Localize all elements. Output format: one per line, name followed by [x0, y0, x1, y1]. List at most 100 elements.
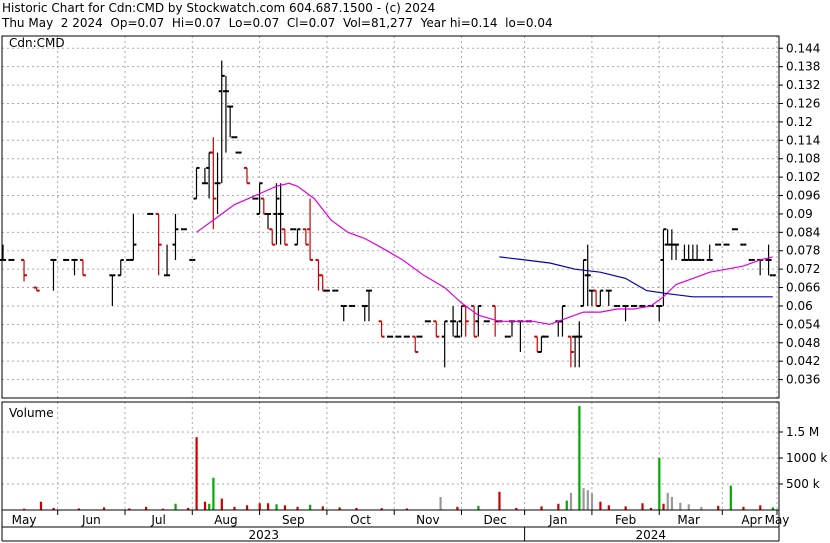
ohlc-bar	[605, 289, 612, 306]
volume-bar	[220, 498, 223, 510]
ohlc-bar	[361, 304, 368, 322]
ohlc-bar	[243, 166, 250, 185]
price-tick-label: 0.09	[786, 207, 813, 221]
ohlc-bar	[201, 167, 208, 185]
ohlc-bar	[576, 321, 583, 368]
ohlc-bar	[109, 274, 116, 306]
volume-tick-label: 1000 k	[786, 451, 827, 465]
ohlc-bar	[378, 320, 385, 338]
volume-bar	[729, 485, 732, 510]
volume-bar	[662, 503, 665, 510]
volume-bar	[275, 504, 278, 510]
ohlc-bar	[584, 244, 591, 306]
ohlc-bar	[538, 335, 545, 353]
ohlc-bar	[567, 335, 574, 368]
month-label: Apr	[741, 513, 762, 527]
price-tick-label: 0.144	[786, 41, 820, 55]
month-label: May	[12, 513, 37, 527]
ma-short-line	[196, 182, 773, 326]
volume-bar	[679, 502, 682, 510]
ohlc-bar	[412, 335, 419, 353]
volume-bar	[569, 492, 573, 510]
ohlc-bar	[441, 320, 448, 368]
volume-bar	[174, 503, 177, 510]
ohlc-bar	[757, 258, 764, 276]
ohlc-bar	[294, 228, 301, 246]
volume-tick-label: 1.5 M	[786, 425, 819, 439]
ohlc-bar	[340, 304, 347, 322]
volume-bar	[203, 501, 207, 510]
volume-bar	[565, 500, 568, 510]
volume-bar	[439, 497, 442, 510]
volume-bar	[658, 458, 661, 510]
volume-bar	[599, 501, 602, 510]
month-label: Dec	[484, 513, 507, 527]
ohlc-bar	[172, 213, 179, 260]
price-tick-label: 0.042	[786, 354, 820, 368]
ohlc-bar	[765, 244, 772, 276]
ohlc-bar	[593, 289, 600, 307]
volume-bar	[641, 503, 644, 510]
ohlc-bar	[260, 197, 267, 215]
ohlc-bar	[597, 289, 604, 307]
volume-bar	[759, 505, 762, 510]
price-grid	[2, 36, 779, 398]
ohlc-bar	[265, 212, 272, 230]
month-label: Jan	[548, 513, 568, 527]
month-label: May	[765, 513, 790, 527]
volume-bar	[540, 506, 543, 510]
ohlc-bar	[580, 258, 587, 307]
volume-bar	[670, 497, 674, 510]
volume-bar	[666, 492, 669, 510]
volume-bar	[309, 504, 312, 510]
month-label: Jul	[150, 513, 165, 527]
volume-bar	[586, 490, 589, 510]
volume-tick-label: 500 k	[786, 477, 820, 491]
ohlc-bar	[508, 320, 515, 337]
volume-bar	[607, 505, 610, 510]
price-tick-label: 0.078	[786, 244, 820, 258]
price-tick-label: 0.138	[786, 60, 820, 74]
ohlc-bar	[694, 244, 701, 261]
price-panel-title: Cdn:CMD	[9, 36, 65, 50]
ohlc-bar	[319, 274, 326, 292]
ohlc-bar	[588, 289, 595, 306]
ohlc-bar	[559, 304, 566, 337]
ohlc-bar	[79, 258, 86, 277]
year-label: 2023	[249, 528, 280, 542]
price-tick-label: 0.126	[786, 96, 820, 110]
ohlc-bar	[517, 320, 524, 352]
month-label: Aug	[214, 513, 237, 527]
volume-bar	[582, 488, 585, 510]
volume-bar	[477, 505, 480, 510]
volume-bar	[267, 503, 270, 510]
ma-long-line	[499, 256, 773, 298]
price-tick-label: 0.066	[786, 281, 820, 295]
month-label: Mar	[677, 513, 700, 527]
ohlc-bar	[130, 213, 137, 261]
ohlc-bar	[0, 244, 6, 261]
month-label: Nov	[416, 513, 439, 527]
axes: 0.036 0.042 0.048 0.054 0.06 0.066 0.072 0.078 0…	[1, 35, 827, 542]
month-label: Oct	[350, 513, 371, 527]
price-tick-label: 0.054	[786, 317, 820, 331]
volume-bar	[717, 505, 720, 510]
volume-bar	[245, 505, 249, 510]
ohlc-bar	[21, 258, 28, 282]
volume-bar	[283, 505, 287, 510]
volume-bar	[687, 504, 690, 510]
price-tick-label: 0.102	[786, 170, 820, 184]
price-tick-label: 0.048	[786, 336, 820, 350]
ohlc-bar	[706, 244, 713, 261]
ohlc-bar	[164, 244, 171, 277]
ohlc-bar	[117, 258, 124, 277]
month-label: Sep	[282, 513, 305, 527]
ohlc-bar	[155, 212, 162, 276]
ohlc-bar	[450, 305, 457, 337]
volume-bar	[624, 506, 627, 510]
ohlc-bar	[458, 304, 465, 337]
ohlc-bar	[475, 304, 482, 337]
ohlc-bar	[277, 183, 284, 245]
ohlc-bar	[50, 258, 57, 291]
ohlc-bar	[685, 244, 692, 261]
